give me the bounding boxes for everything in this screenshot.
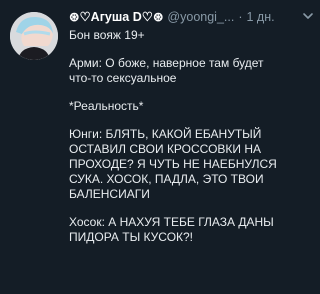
tweet-paragraph: Хосок: А НАХУЯ ТЕБЕ ГЛАЗА ДАНЫ ПИДОРА ТЫ… <box>69 215 274 244</box>
tweet-paragraph: *Реальность* <box>69 99 144 113</box>
display-name[interactable]: ⊛♡Агуша D♡⊛ <box>69 10 163 24</box>
tweet-paragraph: Бон вояж 19+ <box>69 28 145 42</box>
tweet-header: ⊛♡Агуша D♡⊛ @yoongi_... · 1 дн. <box>69 9 317 25</box>
tweet[interactable]: ⊛♡Агуша D♡⊛ @yoongi_... · 1 дн. Бон вояж 19… <box>0 0 320 294</box>
chevron-down-icon[interactable] <box>302 10 314 22</box>
separator: · <box>238 10 243 24</box>
tweet-paragraph: Юнги: БЛЯТЬ, КАКОЙ ЕБАНУТЫЙ ОСТАВИЛ СВОИ… <box>69 127 277 201</box>
tweet-text: Бон вояж 19+ Арми: О боже, наверное там … <box>69 28 309 245</box>
timestamp[interactable]: 1 дн. <box>247 10 275 24</box>
avatar[interactable] <box>10 12 58 60</box>
user-handle[interactable]: @yoongi_... <box>167 10 234 24</box>
tweet-paragraph: Арми: О боже, наверное там будет что-то … <box>69 56 264 85</box>
